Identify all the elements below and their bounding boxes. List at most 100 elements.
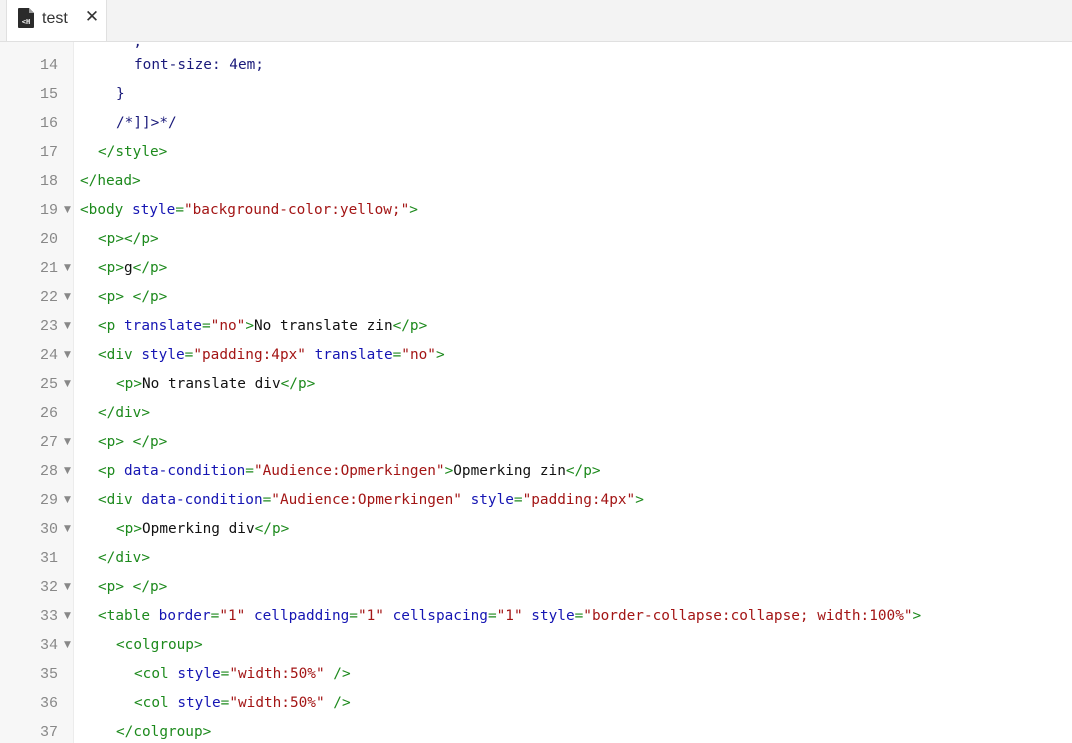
token-tag: </p> bbox=[132, 260, 168, 276]
html-file-icon: <H bbox=[18, 8, 35, 28]
token-tag: </p> bbox=[132, 434, 168, 450]
token-tag: > bbox=[409, 202, 418, 218]
code-line[interactable]: 33 ▼ <table border="1" cellpadding="1" cel… bbox=[0, 602, 1072, 631]
code-line[interactable]: 37 </colgroup> bbox=[0, 718, 1072, 743]
fold-arrow-icon[interactable]: ▼ bbox=[64, 457, 71, 486]
fold-arrow-icon[interactable]: ▼ bbox=[64, 573, 71, 602]
code-line[interactable]: 23 ▼ <p translate="no">No translate zin</p… bbox=[0, 312, 1072, 341]
line-number: 14 bbox=[39, 57, 58, 74]
fold-arrow-icon[interactable]: ▼ bbox=[64, 312, 71, 341]
code-line[interactable]: 29 ▼ <div data-condition="Audience:Opmerki… bbox=[0, 486, 1072, 515]
code-line[interactable]: 31 </div> bbox=[0, 544, 1072, 573]
fold-arrow-icon[interactable]: ▼ bbox=[64, 515, 71, 544]
code-line[interactable]: 26 </div> bbox=[0, 399, 1072, 428]
code-content: <p translate="no">No translate zin</p> bbox=[98, 312, 427, 341]
token-attr: border bbox=[158, 608, 211, 624]
code-line[interactable]: 14 font-size: 4em; bbox=[0, 51, 1072, 80]
tab-title: test bbox=[42, 10, 68, 27]
token-tag: > bbox=[635, 492, 644, 508]
line-number: 23 bbox=[39, 318, 58, 335]
token-attr: cellspacing bbox=[392, 608, 488, 624]
code-line[interactable]: 27 ▼ <p> </p> bbox=[0, 428, 1072, 457]
token-val: "1" bbox=[496, 608, 523, 624]
code-content: <col style="width:50%" /> bbox=[134, 689, 351, 718]
token-attr: style bbox=[470, 492, 514, 508]
token-tag: <p> bbox=[98, 434, 124, 450]
line-number: 36 bbox=[39, 695, 58, 712]
token-tag: </p> bbox=[280, 376, 316, 392]
token-tag: <p> bbox=[116, 521, 142, 537]
code-line[interactable]: 28 ▼ <p data-condition="Audience:Opmerking… bbox=[0, 457, 1072, 486]
code-content: <p>Opmerking div</p> bbox=[116, 515, 289, 544]
fold-arrow-icon[interactable]: ▼ bbox=[64, 486, 71, 515]
code-line[interactable]: 18 </head> bbox=[0, 167, 1072, 196]
code-line[interactable]: 32 ▼ <p> </p> bbox=[0, 573, 1072, 602]
token-tag: = bbox=[262, 492, 272, 508]
editor-tab-test[interactable]: <H test ✕ bbox=[6, 0, 107, 41]
token-text: No translate div bbox=[142, 376, 281, 392]
code-content: } bbox=[116, 80, 125, 109]
fold-arrow-icon[interactable]: ▼ bbox=[64, 196, 71, 225]
token-tag: = bbox=[245, 463, 254, 479]
token-val: "1" bbox=[219, 608, 246, 624]
token-val: "1" bbox=[357, 608, 384, 624]
token-tag: </head> bbox=[80, 173, 141, 189]
fold-arrow-icon[interactable]: ▼ bbox=[64, 602, 71, 631]
code-line[interactable]: 34 ▼ <colgroup> bbox=[0, 631, 1072, 660]
code-line[interactable]: 16 /*]]>*/ bbox=[0, 109, 1072, 138]
code-line[interactable]: 15} bbox=[0, 80, 1072, 109]
code-line[interactable]: 21 ▼ <p>g</p> bbox=[0, 254, 1072, 283]
fold-arrow-icon[interactable]: ▼ bbox=[64, 370, 71, 399]
code-line[interactable]: 22 ▼ <p> </p> bbox=[0, 283, 1072, 312]
fold-arrow-icon[interactable]: ▼ bbox=[64, 631, 71, 660]
code-content: <colgroup> bbox=[116, 631, 203, 660]
token-tag: > bbox=[444, 463, 454, 479]
line-number: 30 bbox=[39, 521, 58, 538]
fold-arrow-icon[interactable]: ▼ bbox=[64, 428, 71, 457]
code-line[interactable]: 19 ▼ <body style="background-color:yellow;… bbox=[0, 196, 1072, 225]
code-content: <p>No translate div</p> bbox=[116, 370, 315, 399]
token-tag: </p> bbox=[132, 289, 168, 305]
line-number: 37 bbox=[39, 724, 58, 741]
line-number: 32 bbox=[39, 579, 58, 596]
code-line[interactable]: 35 <col style="width:50%" /> bbox=[0, 660, 1072, 689]
token-tag: </style> bbox=[98, 144, 168, 160]
close-icon[interactable]: ✕ bbox=[82, 7, 102, 27]
token-tag: </p> bbox=[132, 579, 168, 595]
line-number: 28 bbox=[39, 463, 58, 480]
token-tag: </p> bbox=[392, 318, 428, 334]
code-line[interactable]: 30 ▼ <p>Opmerking div</p> bbox=[0, 515, 1072, 544]
fold-arrow-icon[interactable]: ▼ bbox=[64, 254, 71, 283]
token-tag: = bbox=[210, 608, 220, 624]
token-text: g bbox=[124, 260, 133, 276]
token-tag: </div> bbox=[98, 550, 150, 566]
code-content: <p> </p> bbox=[98, 573, 167, 602]
code-line[interactable]: 20 <p></p> bbox=[0, 225, 1072, 254]
token-tag: <div bbox=[98, 492, 142, 508]
token-val: "no" bbox=[401, 347, 436, 363]
line-number: 25 bbox=[39, 376, 58, 393]
code-line[interactable]: 25 ▼ <p>No translate div</p> bbox=[0, 370, 1072, 399]
code-line[interactable]: 24 ▼ <div style="padding:4px" translate="n… bbox=[0, 341, 1072, 370]
code-content: /*]]>*/ bbox=[116, 109, 177, 138]
token-tag: </colgroup> bbox=[116, 724, 212, 740]
code-line[interactable]: 17 </style> bbox=[0, 138, 1072, 167]
code-line[interactable]: 36 <col style="width:50%" /> bbox=[0, 689, 1072, 718]
code-content: <p></p> bbox=[98, 225, 159, 254]
token-tag: = bbox=[349, 608, 358, 624]
token-text: No translate zin bbox=[253, 318, 393, 334]
fold-arrow-icon[interactable]: ▼ bbox=[64, 341, 71, 370]
token-tag: = bbox=[392, 347, 402, 363]
code-editor[interactable]: ; 14 font-size: 4em; 15} 16 /*]]>*/ 17 </style… bbox=[0, 42, 1072, 743]
token-tag: </div> bbox=[98, 405, 150, 421]
token-css: /*]]>*/ bbox=[116, 115, 177, 131]
line-number: 34 bbox=[39, 637, 58, 654]
token-tag: <p bbox=[98, 318, 124, 334]
token-tag: <p> bbox=[98, 289, 124, 305]
line-number: 26 bbox=[39, 405, 58, 422]
line-number: 16 bbox=[39, 115, 58, 132]
fold-arrow-icon[interactable]: ▼ bbox=[64, 283, 71, 312]
token-text: Opmerking zin bbox=[453, 463, 566, 479]
